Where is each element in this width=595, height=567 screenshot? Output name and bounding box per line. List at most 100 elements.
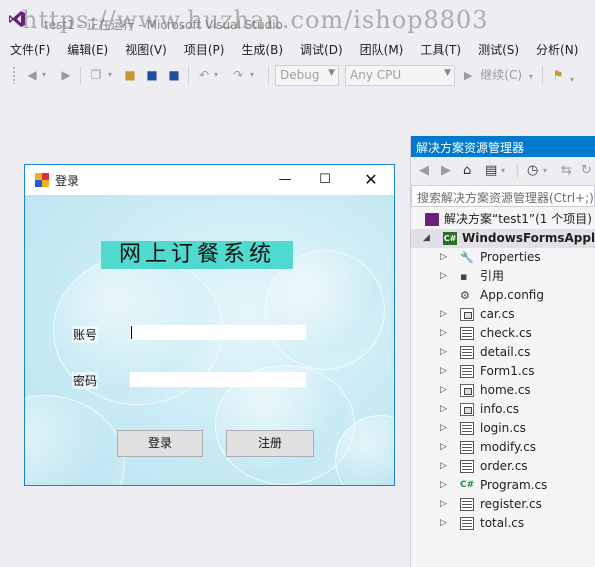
- csharp-file-icon: C#: [460, 480, 475, 490]
- collapse-arrow-icon[interactable]: ◢: [423, 229, 430, 248]
- continue-button[interactable]: ▶ 继续(C) ▾: [464, 67, 538, 83]
- minimize-button[interactable]: —: [275, 170, 295, 190]
- menu-team[interactable]: 团队(M): [350, 38, 411, 60]
- expand-arrow-icon[interactable]: ▷: [440, 438, 447, 457]
- tree-node-file[interactable]: ▷ modify.cs: [411, 438, 595, 457]
- expand-arrow-icon[interactable]: ▷: [440, 495, 447, 514]
- open-folder-icon[interactable]: ■: [122, 67, 138, 83]
- tree-node-file[interactable]: ▷ Form1.cs: [411, 362, 595, 381]
- chevron-down-icon[interactable]: ▾: [543, 166, 547, 175]
- tree-node-file[interactable]: ▷ C# Program.cs: [411, 476, 595, 495]
- menu-debug[interactable]: 调试(D): [290, 38, 350, 60]
- expand-arrow-icon[interactable]: ▷: [440, 324, 447, 343]
- redo-icon[interactable]: ↷: [230, 67, 246, 83]
- solution-icon: [425, 213, 439, 226]
- tree-node-file[interactable]: ▷ detail.cs: [411, 343, 595, 362]
- maximize-button[interactable]: ☐: [315, 170, 335, 190]
- tree-node-solution[interactable]: 解决方案“test1”(1 个项目): [411, 210, 595, 229]
- tree-node-file[interactable]: ▷ 🔧 Properties: [411, 248, 595, 267]
- expand-arrow-icon[interactable]: ▷: [440, 400, 447, 419]
- tree-node-label: modify.cs: [480, 440, 537, 454]
- forward-icon[interactable]: ▶: [58, 67, 74, 83]
- expand-arrow-icon[interactable]: ▷: [440, 343, 447, 362]
- solution-platform-dropdown[interactable]: Any CPU ▼: [345, 65, 455, 86]
- new-project-icon[interactable]: ❒: [88, 67, 104, 83]
- toolbar-grip[interactable]: [12, 66, 16, 84]
- login-window: 登录 — ☐ ✕ 网上订餐系统 账号 密码 登录 注册: [24, 164, 395, 486]
- redo-dropdown-icon[interactable]: ▾: [250, 67, 254, 83]
- tree-node-file[interactable]: ▷ info.cs: [411, 400, 595, 419]
- close-button[interactable]: ✕: [361, 170, 381, 190]
- play-icon: ▶: [464, 69, 473, 82]
- form-file-icon: [460, 517, 474, 530]
- menu-view[interactable]: 视图(V): [115, 38, 174, 60]
- tree-node-label: detail.cs: [480, 345, 531, 359]
- new-project-dropdown-icon[interactable]: ▾: [108, 67, 112, 83]
- forward-icon[interactable]: ▶: [441, 163, 451, 178]
- solution-explorer-title: 解决方案资源管理器: [411, 136, 595, 157]
- tree-node-project[interactable]: ◢ C# WindowsFormsApplic: [411, 229, 595, 248]
- expand-arrow-icon[interactable]: ▷: [440, 514, 447, 533]
- tree-node-file[interactable]: ▷ register.cs: [411, 495, 595, 514]
- solution-config-dropdown[interactable]: Debug ▼: [275, 65, 339, 86]
- menu-project[interactable]: 项目(P): [174, 38, 232, 60]
- standard-toolbar: ◀ ▾ ▶ ❒ ▾ ■ ■ ■ ↶ ▾ ↷ ▾ Debug ▼ Any CPU …: [0, 62, 595, 88]
- refresh-icon[interactable]: ↻: [581, 163, 592, 178]
- tree-node-file[interactable]: ▷ order.cs: [411, 457, 595, 476]
- class-file-icon: [460, 403, 474, 416]
- tree-node-file[interactable]: ▷ login.cs: [411, 419, 595, 438]
- expand-arrow-icon[interactable]: ▷: [440, 362, 447, 381]
- expand-arrow-icon[interactable]: ▷: [440, 267, 447, 286]
- form-file-icon: [460, 498, 474, 511]
- back-icon[interactable]: ◀: [24, 67, 40, 83]
- tree-node-file[interactable]: ▷ check.cs: [411, 324, 595, 343]
- save-icon[interactable]: ■: [144, 67, 160, 83]
- toolbar-overflow-icon[interactable]: ▾: [570, 72, 574, 88]
- expand-arrow-icon[interactable]: ▷: [440, 457, 447, 476]
- csharp-project-icon: C#: [443, 232, 457, 245]
- vs-title-bar: test1 - 正在运行 - Microsoft Visual Studio h…: [0, 0, 595, 38]
- tree-node-label: order.cs: [480, 459, 528, 473]
- menu-analyze[interactable]: 分析(N): [526, 38, 585, 60]
- expand-arrow-icon[interactable]: ▷: [440, 248, 447, 267]
- save-all-icon[interactable]: ■: [166, 67, 182, 83]
- switch-views-icon[interactable]: ▤: [485, 163, 497, 178]
- menu-bar: 文件(F) 编辑(E) 视图(V) 项目(P) 生成(B) 调试(D) 团队(M…: [0, 38, 595, 60]
- solution-label: 解决方案“test1”(1 个项目): [444, 212, 592, 226]
- continue-label: 继续(C): [480, 68, 523, 82]
- tree-node-file[interactable]: ▷ ▪ 引用: [411, 267, 595, 286]
- expand-arrow-icon[interactable]: ▷: [440, 305, 447, 324]
- undo-icon[interactable]: ↶: [196, 67, 212, 83]
- expand-arrow-icon[interactable]: ▷: [440, 476, 447, 495]
- menu-file[interactable]: 文件(F): [0, 38, 57, 60]
- menu-build[interactable]: 生成(B): [231, 38, 290, 60]
- password-input[interactable]: [130, 372, 306, 387]
- sync-icon[interactable]: ⇆: [561, 163, 572, 178]
- bubble-decoration: [25, 395, 125, 485]
- form-file-icon: [460, 327, 474, 340]
- expand-arrow-icon[interactable]: ▷: [440, 419, 447, 438]
- tree-node-file[interactable]: ▷ car.cs: [411, 305, 595, 324]
- menu-test[interactable]: 测试(S): [468, 38, 526, 60]
- expand-arrow-icon[interactable]: ▷: [440, 381, 447, 400]
- form-file-icon: [460, 346, 474, 359]
- project-label: WindowsFormsApplic: [462, 231, 595, 245]
- account-input[interactable]: [130, 325, 306, 340]
- wrench-icon: 🔧: [460, 251, 474, 264]
- register-button[interactable]: 注册: [226, 430, 314, 457]
- tree-node-file[interactable]: ⚙ App.config: [411, 286, 595, 305]
- history-icon[interactable]: ◷: [527, 163, 538, 178]
- solution-search-input[interactable]: 搜索解决方案资源管理器(Ctrl+;): [411, 185, 595, 207]
- undo-dropdown-icon[interactable]: ▾: [214, 67, 218, 83]
- find-icon[interactable]: ⚑: [550, 67, 566, 83]
- login-button[interactable]: 登录: [117, 430, 203, 457]
- back-icon[interactable]: ◀: [419, 163, 429, 178]
- tree-node-file[interactable]: ▷ home.cs: [411, 381, 595, 400]
- back-dropdown-icon[interactable]: ▾: [42, 67, 46, 83]
- menu-edit[interactable]: 编辑(E): [57, 38, 115, 60]
- tree-node-label: check.cs: [480, 326, 532, 340]
- home-icon[interactable]: ⌂: [463, 163, 471, 178]
- chevron-down-icon[interactable]: ▾: [501, 166, 505, 175]
- tree-node-file[interactable]: ▷ total.cs: [411, 514, 595, 533]
- menu-tools[interactable]: 工具(T): [410, 38, 468, 60]
